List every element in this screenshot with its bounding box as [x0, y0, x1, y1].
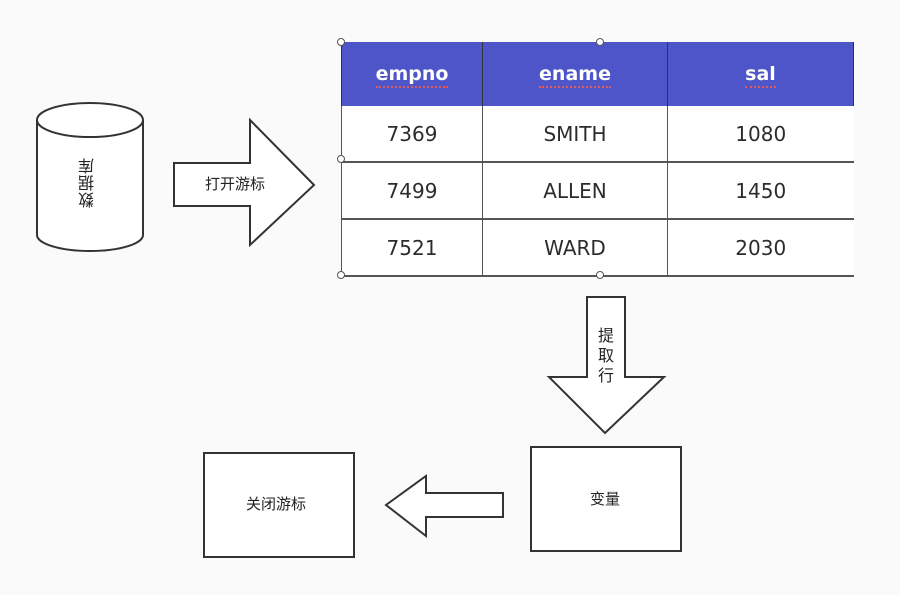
- table-cell: 7521: [341, 219, 483, 277]
- fetch-row-label-char-2: 取: [597, 346, 614, 365]
- resize-handle-middle-left[interactable]: [337, 155, 345, 163]
- table-header-row: empno ename sal: [341, 42, 854, 106]
- close-cursor-label: 关闭游标: [246, 495, 307, 513]
- table-row: 7521 WARD 2030: [341, 219, 854, 277]
- column-header: sal: [667, 42, 854, 106]
- table-cell: 1080: [667, 106, 854, 163]
- database-cylinder-top: [36, 102, 144, 138]
- table-cell: 1450: [667, 162, 854, 220]
- diagram-canvas: 数据库 打开游标 提 取 行 变量 关闭游标 empno ename sal 7…: [0, 0, 900, 595]
- column-header: empno: [341, 42, 483, 106]
- resize-handle-bottom-left[interactable]: [337, 271, 345, 279]
- table-cell: SMITH: [482, 106, 668, 163]
- table-cell: 7369: [341, 106, 483, 163]
- close-cursor-arrow: [384, 474, 504, 539]
- table-cell: WARD: [482, 219, 668, 277]
- database-label: 数据库: [78, 157, 97, 208]
- resize-handle-bottom-middle[interactable]: [596, 271, 604, 279]
- table-cell: ALLEN: [482, 162, 668, 220]
- table-row: 7499 ALLEN 1450: [341, 162, 854, 220]
- open-cursor-label: 打开游标: [205, 175, 266, 193]
- table-row: 7369 SMITH 1080: [341, 106, 854, 163]
- table-cell: 2030: [667, 219, 854, 277]
- resize-handle-top-middle[interactable]: [596, 38, 604, 46]
- column-header: ename: [482, 42, 668, 106]
- resize-handle-top-left[interactable]: [337, 38, 345, 46]
- result-set-table: empno ename sal 7369 SMITH 1080 7499 ALL…: [341, 42, 854, 277]
- table-cell: 7499: [341, 162, 483, 220]
- fetch-row-label-char-3: 行: [597, 366, 614, 385]
- fetch-row-label: 提 取 行: [595, 326, 617, 386]
- fetch-row-label-char-1: 提: [597, 326, 614, 345]
- variable-label: 变量: [590, 490, 621, 508]
